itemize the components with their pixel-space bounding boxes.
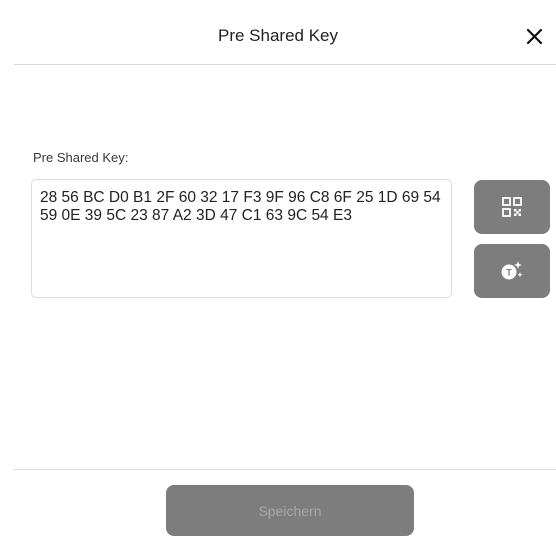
pre-shared-key-label: Pre Shared Key: [33,150,129,165]
footer-divider [14,469,556,470]
close-icon [526,28,543,45]
svg-text:T: T [506,268,512,278]
qr-code-icon [502,197,522,217]
dialog-header: Pre Shared Key [0,0,556,64]
dialog-title: Pre Shared Key [217,26,338,45]
nfc-tag-icon: T [501,261,523,280]
read-tag-button[interactable]: T [474,244,550,298]
save-button[interactable]: Speichern [166,485,414,536]
header-divider [14,64,556,65]
scan-qr-button[interactable] [474,180,550,234]
pre-shared-key-input[interactable]: 28 56 BC D0 B1 2F 60 32 17 F3 9F 96 C8 6… [31,179,452,298]
close-button[interactable] [524,26,546,48]
